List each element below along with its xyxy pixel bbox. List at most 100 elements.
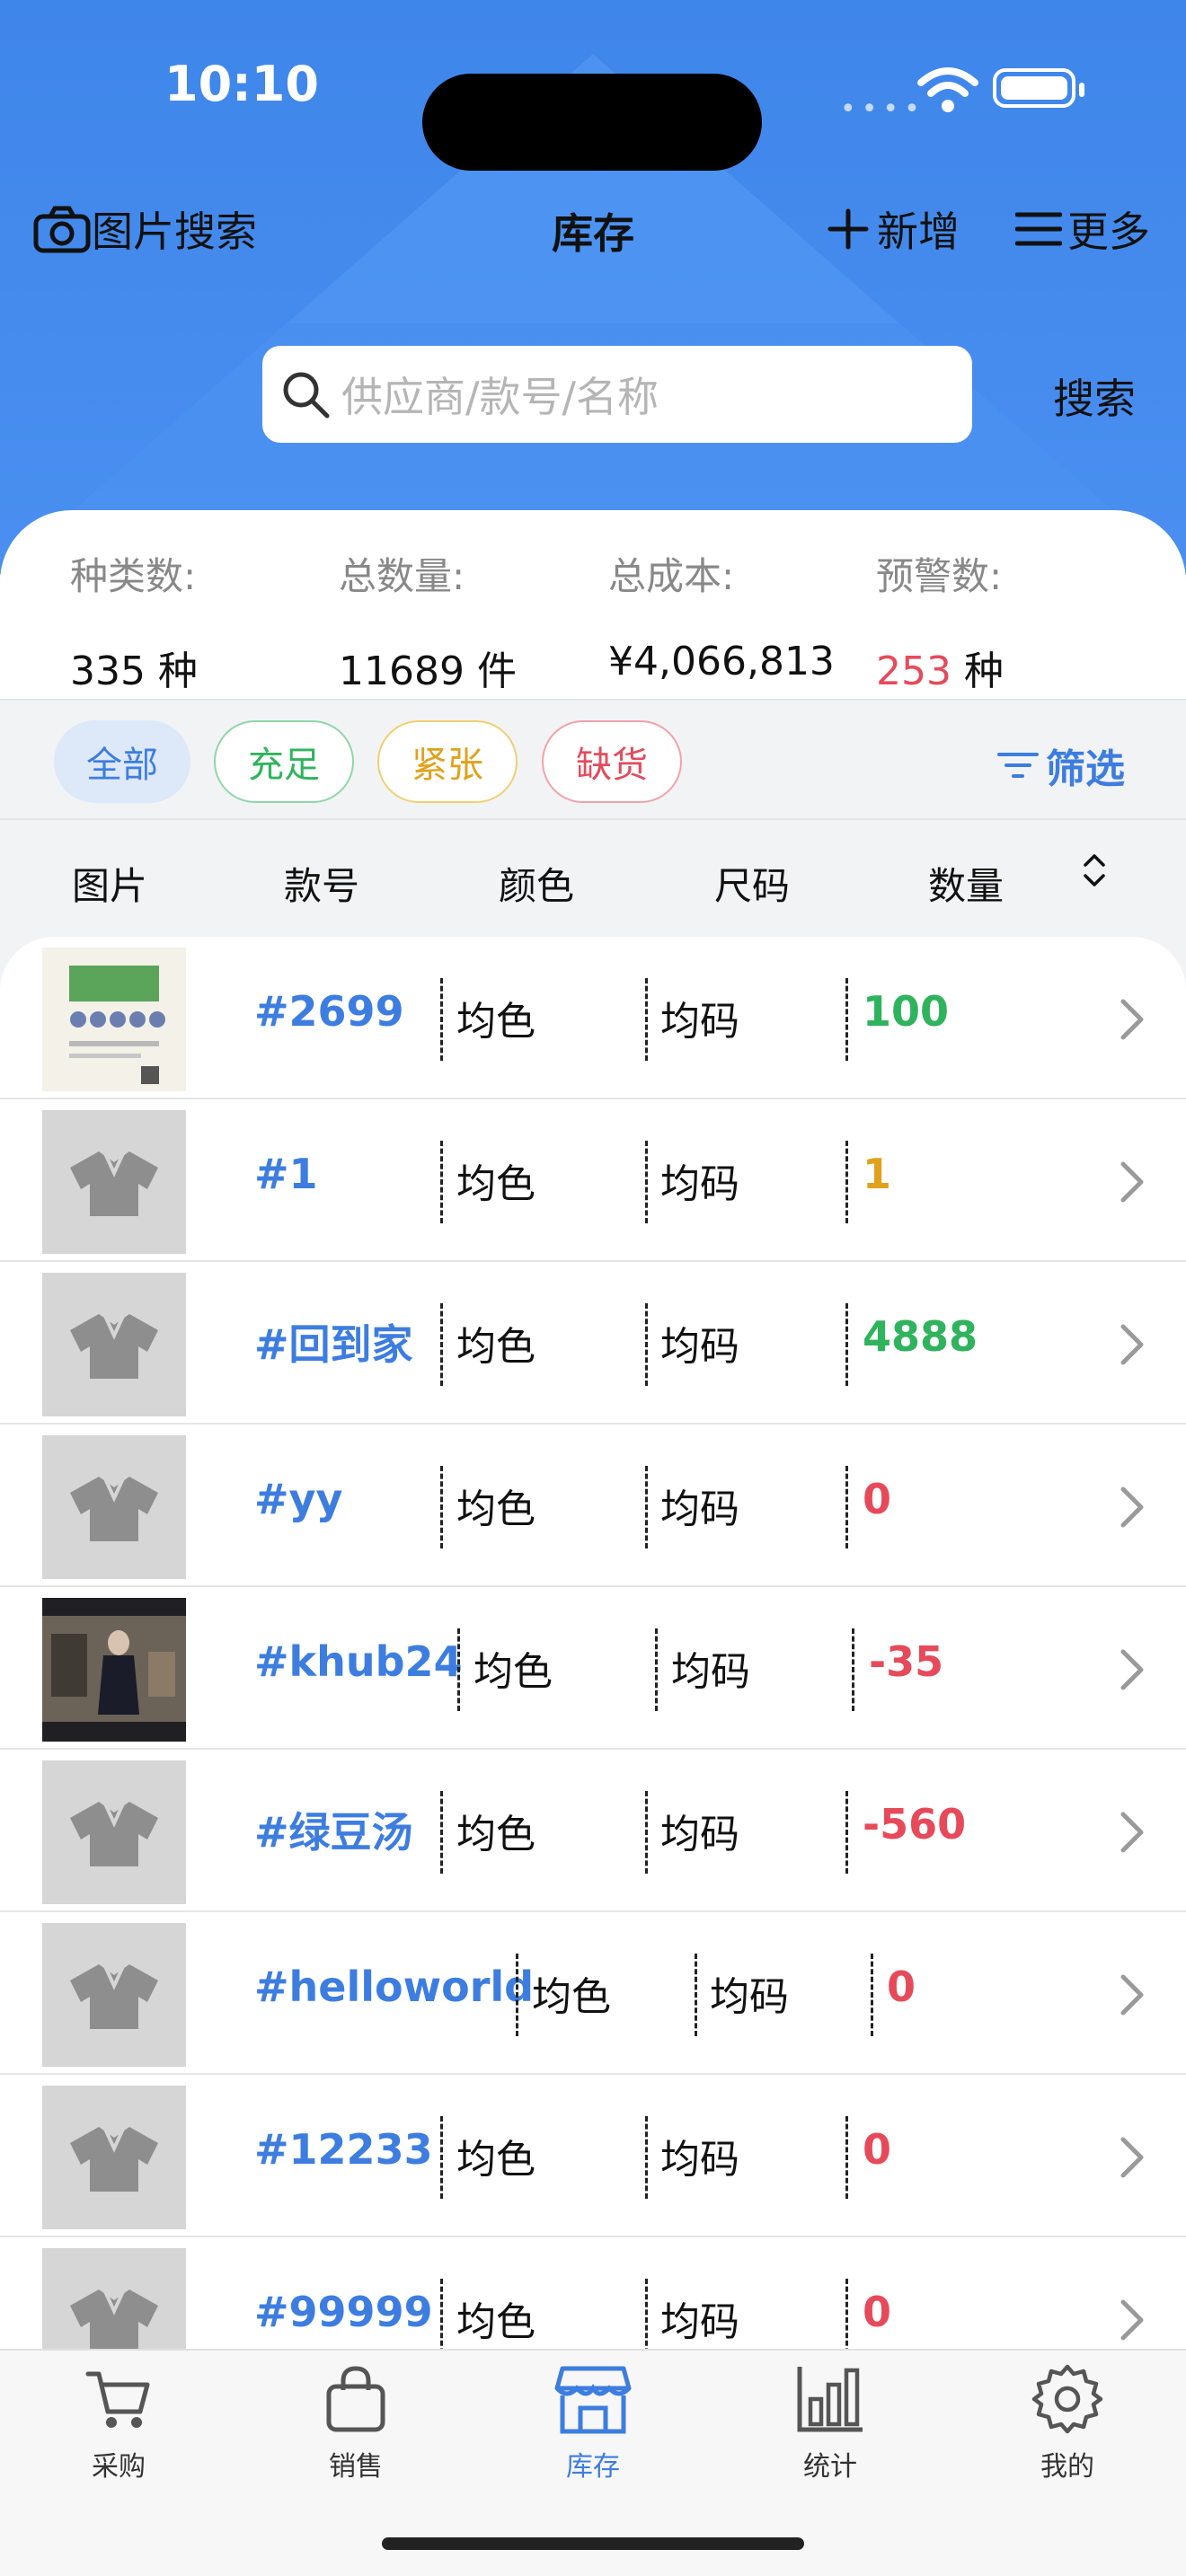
filter-bar: 全部 充足 紧张 缺货 筛选	[0, 699, 1186, 820]
product-thumbnail	[42, 2248, 186, 2349]
chevron-right-icon	[1120, 1324, 1144, 1365]
divider	[645, 2279, 648, 2349]
stat-unit: 件	[476, 648, 517, 694]
divider	[695, 1954, 697, 2036]
divider	[645, 1791, 648, 1874]
search-button[interactable]: 搜索	[1053, 366, 1136, 426]
stat-total-quantity: 总数量: 11689 件	[339, 546, 517, 696]
chevron-right-icon	[1120, 999, 1144, 1040]
column-image: 图片	[72, 864, 148, 908]
row-code: #绿豆汤	[254, 1808, 413, 1857]
divider	[845, 1141, 848, 1223]
row-size: 均码	[710, 1974, 789, 2020]
divider	[440, 2116, 443, 2199]
stat-label: 种类数:	[70, 554, 197, 598]
row-quantity: 4888	[863, 1312, 978, 1361]
stat-total-cost: 总成本: ¥4,066,813	[608, 546, 835, 684]
shirt-icon	[70, 1313, 158, 1379]
row-quantity: 0	[863, 2125, 892, 2174]
add-label: 新增	[877, 207, 960, 256]
column-size: 尺码	[714, 864, 791, 908]
stat-label: 总数量:	[339, 554, 465, 598]
search-input[interactable]: 供应商/款号/名称	[262, 346, 972, 443]
top-bar: 图片搜索 库存 新增 更多	[0, 189, 1186, 269]
divider	[440, 978, 443, 1061]
summary-card: 种类数: 335 种 总数量: 11689 件 总成本: ¥4,066,813 …	[0, 510, 1186, 699]
tab-label: 我的	[1040, 2451, 1094, 2483]
divider	[845, 2116, 848, 2199]
table-row[interactable]: #khub24 均色 均码 -35	[0, 1587, 1186, 1750]
divider	[845, 1303, 848, 1386]
search-icon	[283, 372, 330, 419]
table-row[interactable]: #绿豆汤 均色 均码 -560	[0, 1750, 1186, 1912]
divider	[516, 1954, 518, 2036]
table-row[interactable]: #2699 均色 均码 100	[0, 937, 1186, 1099]
divider	[845, 2279, 848, 2349]
store-icon	[554, 2366, 632, 2434]
product-thumbnail	[42, 1598, 186, 1742]
product-photo	[42, 948, 186, 1091]
row-color: 均色	[474, 1649, 553, 1695]
shirt-icon	[70, 1476, 158, 1541]
tab-statistics[interactable]: 统计	[758, 2363, 902, 2483]
stat-value: 253	[876, 648, 951, 694]
tab-inventory[interactable]: 库存	[521, 2363, 665, 2483]
product-thumbnail	[42, 1273, 186, 1416]
row-code: #1	[254, 1150, 318, 1198]
tab-mine[interactable]: 我的	[996, 2363, 1139, 2483]
row-color: 均色	[456, 1324, 535, 1370]
product-photo	[42, 1598, 186, 1742]
shirt-icon	[70, 1151, 158, 1216]
add-button[interactable]: 新增	[827, 199, 960, 259]
divider	[845, 1791, 848, 1874]
table-row[interactable]: #helloworld 均色 均码 0	[0, 1912, 1186, 2075]
wifi-icon	[917, 67, 978, 112]
tab-label: 采购	[92, 2451, 146, 2483]
table-row[interactable]: #99999 均色 均码 0	[0, 2237, 1186, 2349]
status-bar: 10:10 ••••	[0, 36, 1186, 171]
filter-button[interactable]: 筛选	[996, 737, 1125, 794]
cart-icon	[85, 2371, 150, 2428]
row-code: #回到家	[254, 1320, 413, 1369]
row-size: 均码	[660, 2137, 739, 2183]
row-code: #khub24	[254, 1637, 463, 1686]
row-size: 均码	[660, 1812, 739, 1857]
row-quantity: 0	[887, 1963, 916, 2011]
tab-purchase[interactable]: 采购	[47, 2363, 190, 2483]
divider	[457, 1628, 460, 1711]
page-title: 库存	[552, 209, 634, 258]
chevron-right-icon	[1120, 1649, 1144, 1690]
product-thumbnail	[42, 1110, 186, 1254]
row-color: 均色	[456, 1812, 535, 1857]
row-color: 均色	[456, 1161, 535, 1207]
stat-value: ¥4,066,813	[608, 639, 835, 684]
divider	[852, 1628, 854, 1711]
table-row[interactable]: #yy 均色 均码 0	[0, 1425, 1186, 1587]
stat-value: 11689	[339, 648, 465, 694]
tab-sales[interactable]: 销售	[284, 2363, 428, 2483]
table-row[interactable]: #1 均色 均码 1	[0, 1099, 1186, 1262]
divider	[871, 1954, 873, 2036]
more-button[interactable]: 更多	[1015, 199, 1150, 259]
row-color: 均色	[456, 2137, 535, 2183]
row-quantity: 100	[863, 987, 950, 1036]
divider	[440, 1466, 443, 1548]
filter-chip-sufficient[interactable]: 充足	[214, 720, 354, 803]
table-row[interactable]: #12233 均色 均码 0	[0, 2075, 1186, 2237]
filter-chip-shortage[interactable]: 缺货	[542, 720, 682, 803]
row-size: 均码	[660, 2299, 739, 2345]
divider	[645, 1303, 648, 1386]
filter-chip-all[interactable]: 全部	[54, 720, 190, 803]
inventory-list: #2699 均色 均码 100 #1 均色 均码 1 #回到家 均色 均码 4888 #yy 均色 均码 0 #…	[0, 937, 1186, 2349]
filter-icon	[997, 753, 1039, 778]
tab-label: 统计	[803, 2451, 857, 2483]
sort-icon[interactable]	[1080, 852, 1109, 888]
row-color: 均色	[456, 1486, 535, 1532]
filter-chip-tight[interactable]: 紧张	[377, 720, 518, 803]
divider	[645, 1141, 648, 1223]
divider	[440, 2279, 443, 2349]
row-quantity: -560	[863, 1800, 967, 1848]
table-row[interactable]: #回到家 均色 均码 4888	[0, 1262, 1186, 1425]
chevron-right-icon	[1120, 1974, 1144, 2016]
divider	[845, 1466, 848, 1548]
